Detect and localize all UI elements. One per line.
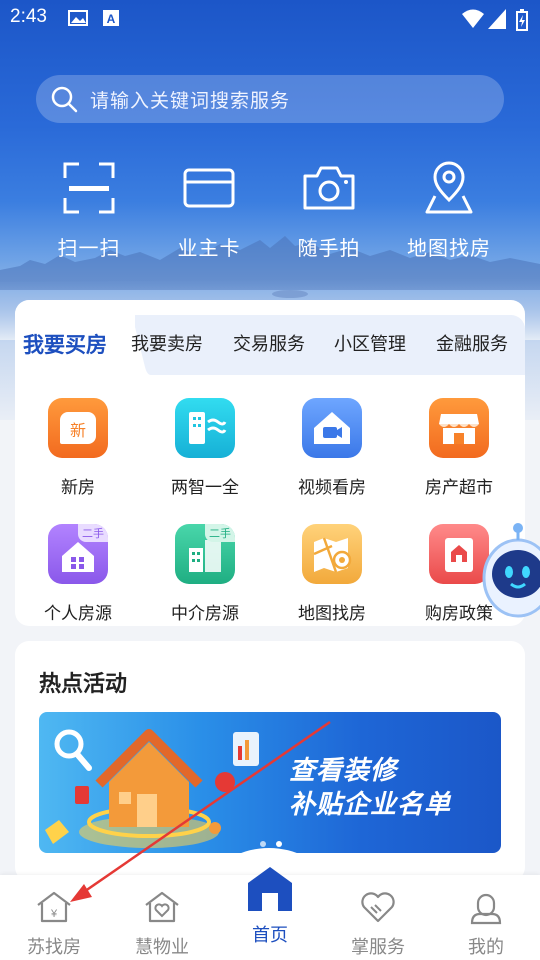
camera-icon (303, 166, 355, 210)
map-house-icon (302, 524, 362, 584)
grid-item-new-house[interactable]: 新 新房 (15, 398, 141, 498)
quick-action-owner-card[interactable]: 业主卡 (149, 160, 269, 261)
card-icon (183, 168, 235, 208)
nav-mine[interactable]: 我的 (432, 887, 540, 959)
nav-label: 我的 (468, 937, 504, 957)
house-yuan-icon: ¥ (37, 891, 71, 923)
quick-action-label: 随手拍 (297, 238, 361, 260)
new-house-icon-text: 新 (69, 423, 86, 440)
status-bar: 2:43 A (0, 0, 540, 38)
battery-icon (516, 9, 528, 31)
second-hand-tag: 二手 (205, 524, 235, 542)
second-hand-tag: 二手 (78, 524, 108, 542)
nav-hui-wuye[interactable]: 慧物业 (108, 887, 216, 959)
quick-action-scan[interactable]: 扫一扫 (29, 160, 149, 261)
tab-buy-house[interactable]: 我要买房 (23, 329, 107, 359)
banner-house-illustration (45, 729, 259, 848)
agency-building-icon: 二手 (175, 524, 235, 584)
image-icon (68, 10, 88, 26)
quick-action-label: 地图找房 (407, 238, 491, 260)
nav-label: 苏找房 (27, 937, 81, 957)
quick-action-map-search[interactable]: 地图找房 (389, 160, 509, 261)
signal-icon (488, 9, 506, 29)
robot-assistant-icon[interactable] (478, 520, 540, 620)
grid-item-video-house[interactable]: 视频看房 (269, 398, 395, 498)
activity-banner[interactable]: 查看装修 补贴企业名单 (39, 712, 501, 853)
hot-activity-section: 热点活动 查看装修 补贴企业名单 (15, 641, 525, 881)
quick-action-label: 业主卡 (177, 238, 241, 260)
grid-item-property-market[interactable]: 房产超市 (396, 398, 522, 498)
search-bar[interactable]: 请输入关键词搜索服务 (36, 75, 504, 123)
home-icon (248, 867, 292, 911)
grid-item-label: 两智一全 (171, 478, 239, 497)
grid-item-label: 地图找房 (298, 604, 366, 623)
video-house-icon (302, 398, 362, 458)
nav-label: 慧物业 (135, 937, 189, 957)
banner-headline-1: 查看装修 (289, 755, 398, 785)
tab-financial-service[interactable]: 金融服务 (436, 330, 508, 356)
grid-item-agency-listing[interactable]: 二手 中介房源 (142, 524, 268, 624)
quick-action-label: 扫一扫 (57, 238, 121, 260)
map-pin-icon (425, 161, 473, 214)
grid-item-personal-listing[interactable]: 二手 个人房源 (15, 524, 141, 624)
quick-action-snapshot[interactable]: 随手拍 (269, 160, 389, 261)
grid-item-label: 个人房源 (44, 604, 112, 623)
grid-item-smart-building[interactable]: 两智一全 (142, 398, 268, 498)
grid-item-label: 新房 (61, 478, 95, 497)
grid-item-map-house[interactable]: 地图找房 (269, 524, 395, 624)
shop-icon (429, 398, 489, 458)
wifi-icon (462, 9, 484, 28)
nav-su-zhaofang[interactable]: ¥ 苏找房 (0, 887, 108, 959)
user-icon (470, 893, 502, 925)
search-placeholder: 请输入关键词搜索服务 (90, 90, 291, 112)
banner-headline-2: 补贴企业名单 (289, 789, 452, 819)
personal-house-icon: 二手 (48, 524, 108, 584)
tab-sell-house[interactable]: 我要卖房 (131, 330, 203, 356)
new-house-icon: 新 (48, 398, 108, 458)
a-icon: A (103, 10, 119, 26)
search-icon (51, 86, 78, 113)
scan-icon (63, 162, 115, 214)
house-heart-icon (145, 891, 179, 923)
pagination-dot (260, 841, 266, 847)
grid-item-label: 中介房源 (171, 604, 239, 623)
grid-item-label: 房产超市 (425, 478, 493, 497)
handshake-heart-icon (361, 892, 395, 923)
pagination-dot-active (276, 841, 282, 847)
tab-transaction-service[interactable]: 交易服务 (233, 330, 305, 356)
nav-home[interactable]: 首页 (216, 863, 324, 947)
grid-item-label: 视频看房 (298, 478, 366, 497)
bottom-nav: ¥ 苏找房 慧物业 首页 掌服务 我的 (0, 867, 540, 960)
hot-activity-title: 热点活动 (39, 671, 128, 696)
svg-text:A: A (107, 12, 116, 26)
tab-community-management[interactable]: 小区管理 (334, 330, 406, 356)
nav-zhang-fuwu[interactable]: 掌服务 (324, 887, 432, 959)
svg-text:¥: ¥ (50, 908, 58, 920)
service-card: 我要买房 我要卖房 交易服务 小区管理 金融服务 新 新房 两智一全 视频看房 … (15, 300, 525, 626)
nav-label: 掌服务 (351, 937, 405, 957)
nav-label: 首页 (252, 925, 288, 945)
status-time: 2:43 (10, 6, 47, 27)
smart-building-icon (175, 398, 235, 458)
